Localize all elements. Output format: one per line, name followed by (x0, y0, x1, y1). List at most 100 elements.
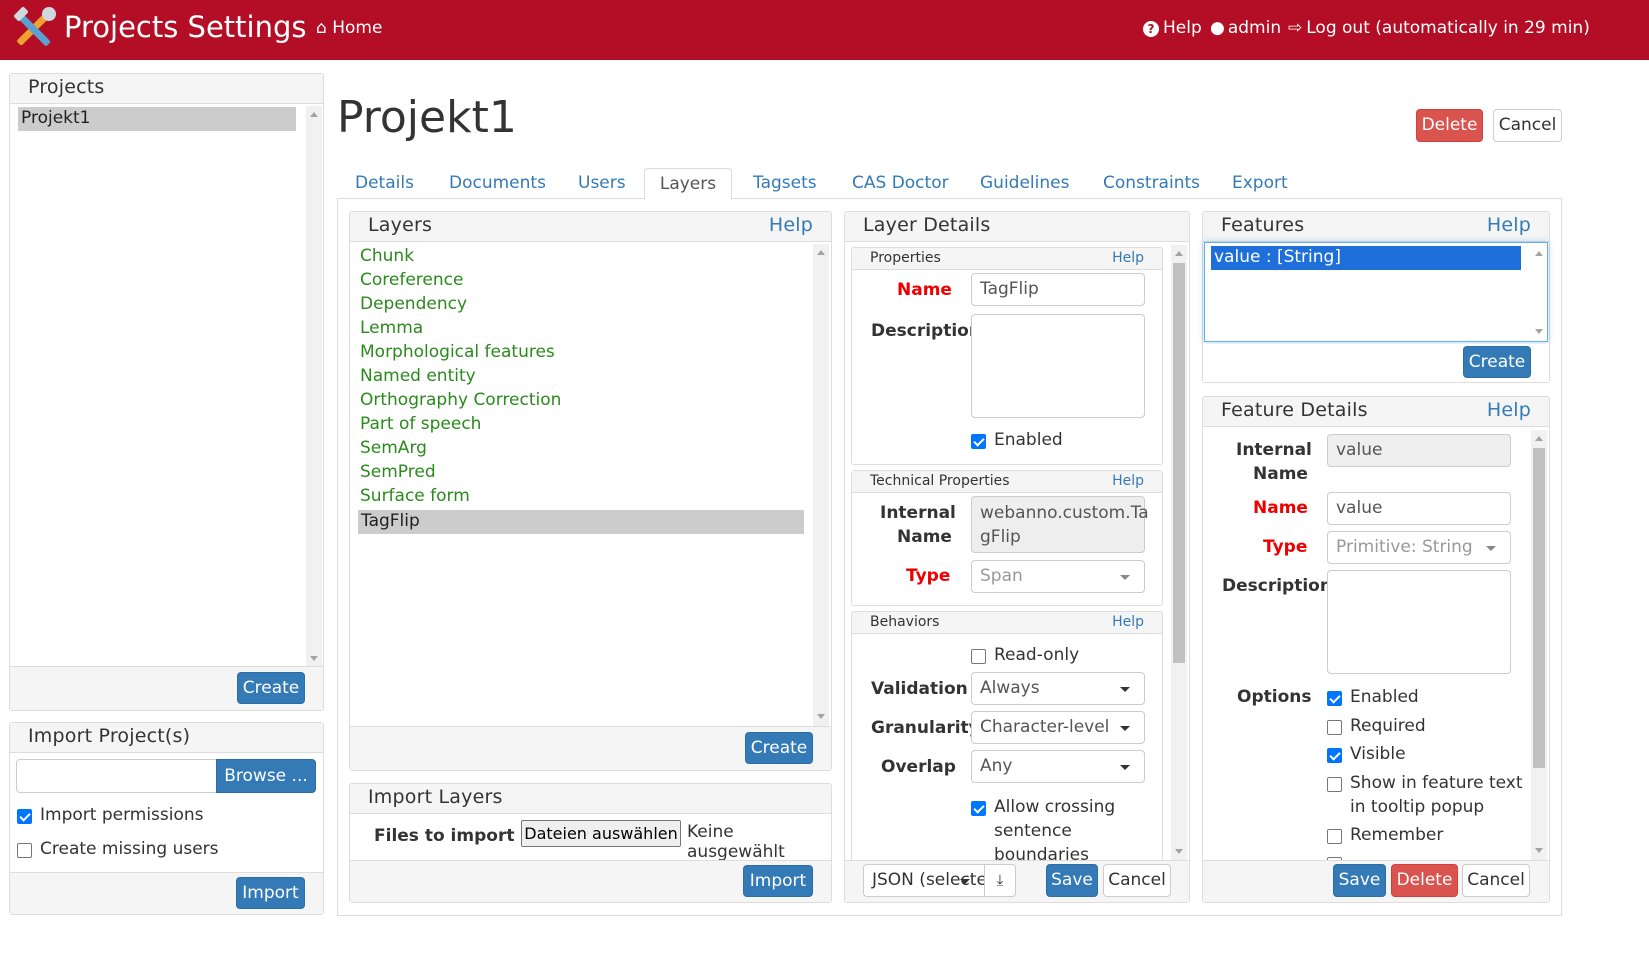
project-list-item[interactable]: Projekt1 (18, 107, 296, 131)
validation-select[interactable]: Always (971, 672, 1145, 705)
feature-list-item[interactable]: value : [String] (1211, 246, 1521, 270)
feature-name-input[interactable]: value (1327, 492, 1511, 525)
properties-help-link[interactable]: Help (1112, 250, 1144, 266)
tab-constraints[interactable]: Constraints (1103, 168, 1200, 199)
tab-layers[interactable]: Layers (644, 168, 732, 200)
feature-visible-label: Visible (1350, 744, 1406, 764)
feature-internal-name-label-line2: Name (1253, 464, 1308, 484)
feature-tooltip-label-line2: in tooltip popup (1350, 797, 1485, 817)
features-panel-title: Features (1221, 214, 1305, 236)
tab-guidelines[interactable]: Guidelines (980, 168, 1069, 199)
internal-name-label-line1: Internal (880, 503, 956, 523)
layer-details-title: Layer Details (863, 214, 991, 236)
feature-remember-checkbox[interactable] (1327, 829, 1342, 844)
behaviors-help-link[interactable]: Help (1112, 614, 1144, 630)
create-project-button[interactable]: Create (237, 672, 305, 704)
layers-help-link[interactable]: Help (769, 214, 813, 236)
layer-name-input[interactable]: TagFlip (971, 273, 1145, 306)
import-project-button[interactable]: Import (236, 877, 305, 909)
features-panel-header: Features Help (1203, 212, 1549, 242)
import-layers-header: Import Layers (350, 784, 831, 814)
layer-item-dependency[interactable]: Dependency (360, 294, 467, 314)
overlap-select[interactable]: Any (971, 750, 1145, 783)
layer-item-morphological-features[interactable]: Morphological features (360, 342, 555, 362)
tab-details[interactable]: Details (355, 168, 414, 199)
import-file-input[interactable] (16, 759, 218, 793)
tab-export[interactable]: Export (1232, 168, 1288, 199)
layer-description-textarea[interactable] (971, 314, 1145, 418)
home-link[interactable]: ⌂ Home (316, 18, 382, 38)
app-title: Projects Settings (64, 10, 307, 44)
layer-item-chunk[interactable]: Chunk (360, 246, 414, 266)
feature-enabled-checkbox[interactable] (1327, 691, 1342, 706)
help-link[interactable]: ? Help (1143, 18, 1202, 38)
download-layer-button[interactable]: ⤓ (984, 864, 1016, 897)
projects-scrollbar[interactable] (306, 106, 322, 668)
feature-description-textarea[interactable] (1327, 570, 1511, 674)
feature-tooltip-checkbox[interactable] (1327, 777, 1342, 792)
feature-details-help-link[interactable]: Help (1487, 399, 1531, 421)
cancel-feature-button[interactable]: Cancel (1462, 864, 1530, 897)
features-help-link[interactable]: Help (1487, 214, 1531, 236)
feature-type-label: Type (1263, 537, 1308, 557)
delete-project-button[interactable]: Delete (1416, 109, 1483, 142)
projects-panel-title: Projects (28, 76, 105, 98)
layer-item-lemma[interactable]: Lemma (360, 318, 423, 338)
allow-crossing-label-line1: Allow crossing (994, 797, 1116, 817)
choose-files-button[interactable]: Dateien auswählen (521, 820, 681, 847)
feature-enabled-label: Enabled (1350, 687, 1419, 707)
internal-name-line1: webanno.custom.Ta (980, 503, 1149, 523)
layer-item-orthography-correction[interactable]: Orthography Correction (360, 390, 561, 410)
layer-item-named-entity[interactable]: Named entity (360, 366, 476, 386)
layer-type-label: Type (906, 566, 951, 586)
feature-details-panel: Feature Details Help Internal Name value… (1202, 396, 1550, 903)
save-feature-button[interactable]: Save (1333, 864, 1386, 897)
layer-item-coreference[interactable]: Coreference (360, 270, 463, 290)
layer-type-select: Span (971, 560, 1145, 593)
create-layer-button[interactable]: Create (745, 732, 813, 764)
feature-required-checkbox[interactable] (1327, 720, 1342, 735)
user-link[interactable]: ● admin (1210, 18, 1281, 38)
import-permissions-checkbox[interactable] (17, 809, 32, 824)
projects-panel: Projects Projekt1 Create (9, 73, 324, 711)
delete-feature-button[interactable]: Delete (1391, 864, 1458, 897)
cancel-layer-button[interactable]: Cancel (1103, 864, 1171, 897)
properties-section: Properties Help Name TagFlip Description … (851, 247, 1163, 465)
feature-details-footer: Save Delete Cancel (1203, 860, 1549, 902)
layers-panel: Layers Help Chunk Coreference Dependency… (349, 211, 832, 771)
cancel-project-button[interactable]: Cancel (1493, 109, 1562, 142)
import-projects-header: Import Project(s) (10, 723, 323, 753)
layer-item-sempred[interactable]: SemPred (360, 462, 436, 482)
granularity-select[interactable]: Character-level (971, 711, 1145, 744)
logout-link[interactable]: ⇨ Log out (automatically in 29 min) (1288, 18, 1590, 38)
export-format-select[interactable]: JSON (selecte (863, 864, 985, 897)
allow-crossing-checkbox[interactable] (971, 801, 986, 816)
tab-cas-doctor[interactable]: CAS Doctor (852, 168, 949, 199)
layer-name-label: Name (897, 280, 952, 300)
layer-item-tagflip[interactable]: TagFlip (358, 510, 804, 534)
layer-enabled-checkbox[interactable] (971, 434, 986, 449)
logout-label: Log out (automatically in 29 min) (1306, 18, 1590, 38)
behaviors-header: Behaviors Help (852, 612, 1162, 634)
tab-users[interactable]: Users (578, 168, 626, 199)
layer-item-surface-form[interactable]: Surface form (360, 486, 470, 506)
tab-documents[interactable]: Documents (449, 168, 546, 199)
save-layer-button[interactable]: Save (1046, 864, 1098, 897)
layers-scrollbar[interactable] (813, 244, 829, 726)
create-feature-button[interactable]: Create (1463, 346, 1531, 378)
create-missing-users-checkbox[interactable] (17, 843, 32, 858)
feature-visible-checkbox[interactable] (1327, 748, 1342, 763)
feature-name-label: Name (1253, 498, 1308, 518)
features-listbox[interactable]: value : [String] (1204, 242, 1548, 342)
layer-item-semarg[interactable]: SemArg (360, 438, 427, 458)
layer-details-scrollbar[interactable] (1171, 245, 1187, 861)
browse-button[interactable]: Browse ... (216, 759, 316, 793)
tools-logo-icon (14, 7, 56, 46)
technical-help-link[interactable]: Help (1112, 473, 1144, 489)
feature-details-scrollbar[interactable] (1531, 430, 1547, 860)
tab-tagsets[interactable]: Tagsets (753, 168, 817, 199)
import-layer-button[interactable]: Import (743, 865, 813, 897)
layer-item-part-of-speech[interactable]: Part of speech (360, 414, 481, 434)
read-only-checkbox[interactable] (971, 649, 986, 664)
feature-internal-name-label-line1: Internal (1236, 440, 1312, 460)
